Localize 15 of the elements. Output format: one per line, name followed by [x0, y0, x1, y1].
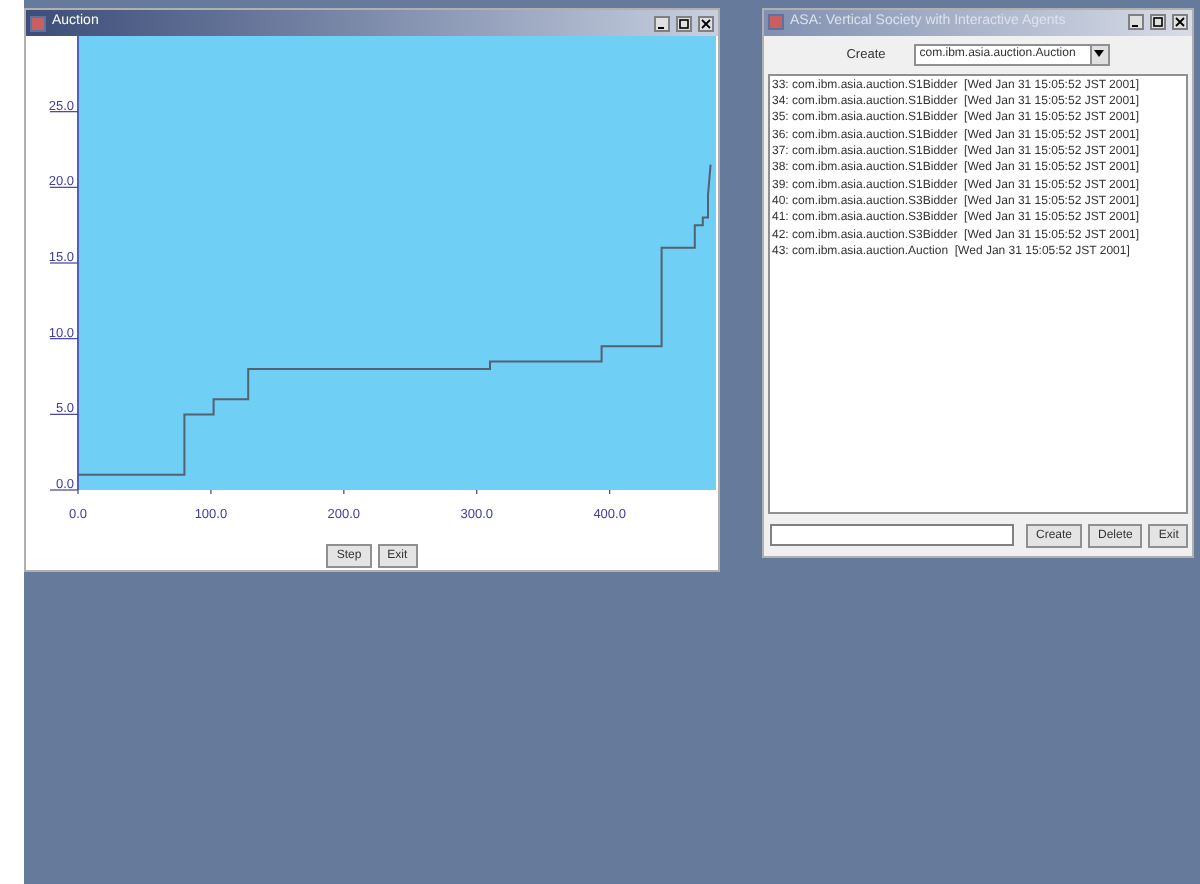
- window-icon: [30, 15, 46, 31]
- maximize-button[interactable]: [676, 15, 692, 31]
- maximize-icon: [1152, 16, 1164, 29]
- close-button[interactable]: [698, 15, 714, 31]
- maximize-button[interactable]: [1150, 14, 1166, 31]
- dropdown-arrow-icon[interactable]: [1089, 45, 1108, 64]
- close-button[interactable]: [1172, 14, 1188, 31]
- maximize-icon: [678, 17, 690, 29]
- close-icon: [1174, 16, 1186, 29]
- window-icon: [768, 14, 784, 31]
- minimize-button[interactable]: [654, 15, 670, 31]
- minimize-button[interactable]: [1128, 14, 1144, 31]
- close-icon: [700, 17, 712, 29]
- agent-list[interactable]: [768, 73, 1188, 515]
- agent-name-field[interactable]: [770, 524, 1014, 547]
